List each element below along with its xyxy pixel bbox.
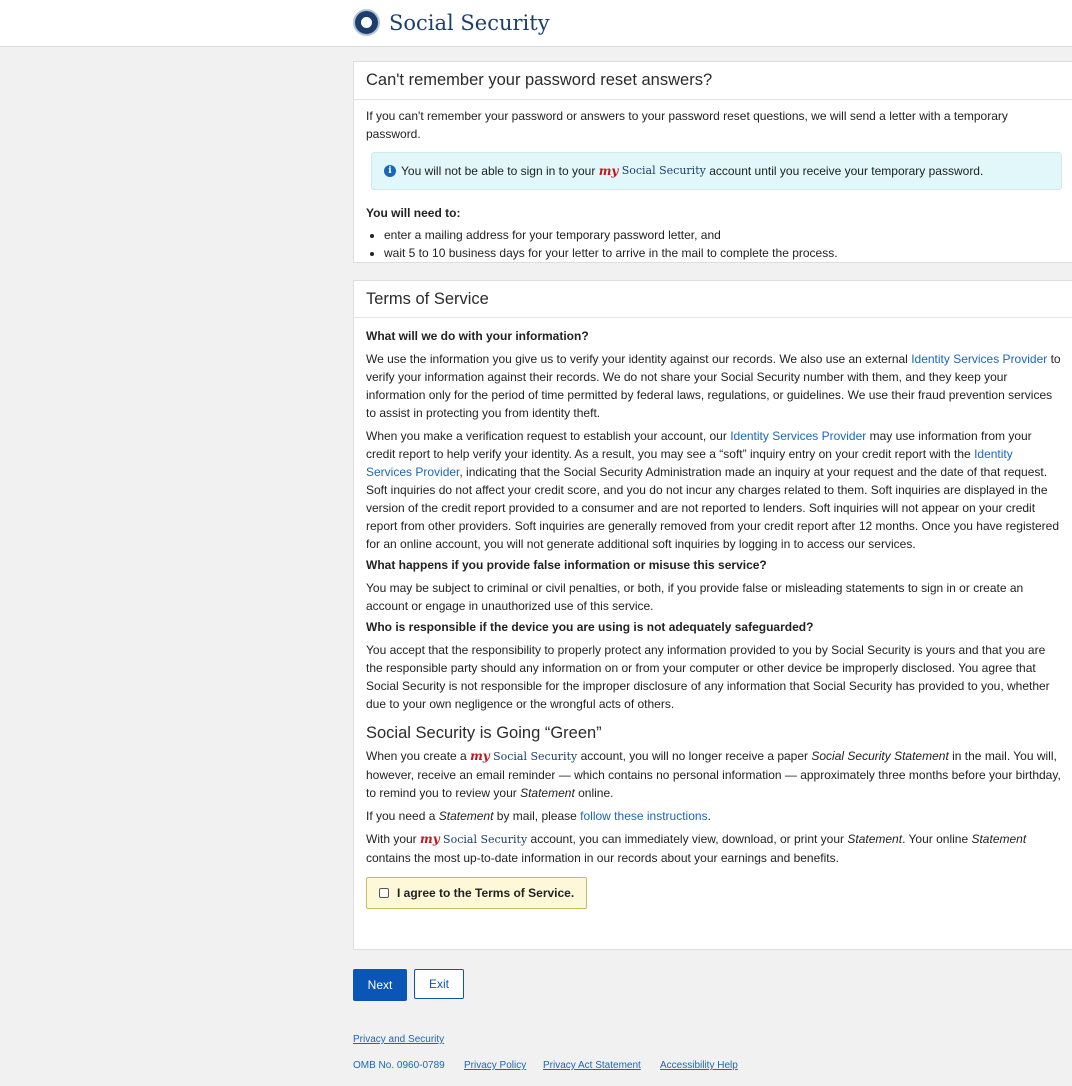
green-paragraph: When you create a my Social Security acc… [366,749,1061,800]
question-heading: What will we do with your information? [366,329,589,343]
question-heading: What happens if you provide false inform… [366,558,767,572]
password-reset-panel: Can't remember your password reset answe… [353,61,1072,263]
next-button[interactable]: Next [353,969,407,1001]
need-heading: You will need to: [366,206,461,220]
agree-terms-checkbox[interactable]: I agree to the Terms of Service. [366,877,588,909]
terms-panel: Terms of Service What will we do with yo… [353,280,1072,950]
question-heading: Who is responsible if the device you are… [366,620,814,634]
top-header: Social Security [0,0,1072,47]
info-icon: i [384,165,396,177]
privacy-security-link[interactable]: Privacy and Security [353,1034,444,1045]
green-paragraph: If you need a Statement by mail, please … [366,809,711,823]
terms-paragraph: You may be subject to criminal or civil … [366,581,1024,613]
privacy-policy-link[interactable]: Privacy Policy [464,1060,526,1071]
follow-instructions-link[interactable]: follow these instructions [580,809,707,823]
my-wordmark: my [470,749,490,763]
ssa-seal-icon [353,9,380,36]
privacy-act-link[interactable]: Privacy Act Statement [543,1060,641,1071]
checkbox-icon[interactable] [379,888,389,898]
green-paragraph: With your my Social Security account, yo… [366,832,1027,865]
green-heading: Social Security is Going “Green” [366,724,602,742]
omb-number: OMB No. 0960-0789 [353,1060,445,1071]
identity-provider-link[interactable]: Identity Services Provider [730,429,866,443]
panel-title: Can't remember your password reset answe… [354,62,1072,100]
info-alert: i You will not be able to sign in to you… [371,152,1062,190]
terms-paragraph: We use the information you give us to ve… [366,352,1061,420]
my-wordmark: my [598,164,619,178]
brand-name: Social Security [389,10,550,35]
list-item: wait 5 to 10 business days for your lett… [384,244,1062,262]
brand[interactable]: Social Security [353,9,550,36]
exit-button[interactable]: Exit [414,969,464,999]
terms-paragraph: When you make a verification request to … [366,429,1059,551]
accessibility-help-link[interactable]: Accessibility Help [660,1060,738,1071]
panel-title: Terms of Service [354,281,1072,318]
social-security-wordmark: Social Security [493,750,578,763]
social-security-wordmark: Social Security [443,833,528,846]
needs-list: enter a mailing address for your tempora… [366,226,1062,262]
my-wordmark: my [420,832,440,846]
social-security-wordmark: Social Security [621,164,706,177]
identity-provider-link[interactable]: Identity Services Provider [911,352,1047,366]
reset-intro: If you can't remember your password or a… [366,109,1008,141]
agree-label[interactable]: I agree to the Terms of Service. [397,884,574,902]
terms-paragraph: You accept that the responsibility to pr… [366,643,1050,711]
list-item: enter a mailing address for your tempora… [384,226,1062,244]
